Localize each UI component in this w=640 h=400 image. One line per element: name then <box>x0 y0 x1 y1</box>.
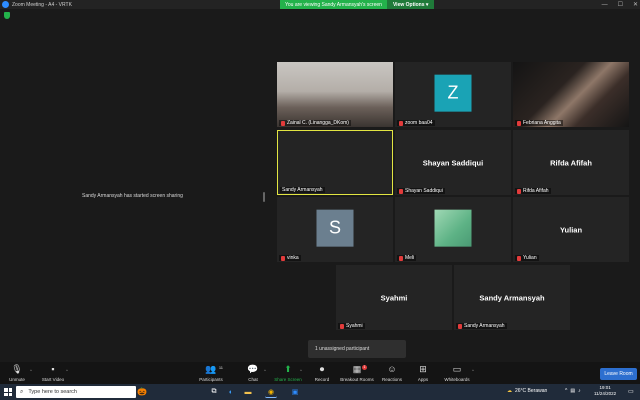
zoom-window: Zoom Meeting - A4 - VRTK You are viewing… <box>0 0 640 400</box>
participant-tile[interactable]: Z zoom baa04 <box>395 62 511 127</box>
microphone-off-icon: 🎙 <box>11 364 23 374</box>
participant-tile[interactable]: S vinka <box>277 197 393 262</box>
reactions-icon: ☺ <box>387 364 397 374</box>
task-view-icon[interactable]: ⧉ <box>208 386 220 398</box>
muted-mic-icon <box>399 120 403 126</box>
breakout-rooms-icon: ▦ <box>352 364 362 374</box>
participant-name-label: Syahmi <box>338 323 365 329</box>
muted-mic-icon <box>517 120 521 126</box>
participant-name-label: Meli <box>397 255 417 261</box>
unassigned-participant-notice[interactable]: 1 unassigned participant <box>308 340 406 358</box>
participant-display-name: Sandy Armansyah <box>479 293 545 302</box>
participant-name-label: vinka <box>279 255 301 261</box>
maximize-icon[interactable]: ☐ <box>618 1 623 8</box>
search-icon: ⌕ <box>20 388 24 395</box>
notification-icon[interactable]: ▭ <box>628 388 634 395</box>
participant-name-label: Yulian <box>515 255 539 261</box>
record-icon: ⏺ <box>319 364 325 374</box>
muted-mic-icon <box>399 255 403 261</box>
edge-browser-icon[interactable]: ◐ <box>225 386 237 398</box>
whiteboards-button[interactable]: ▭ Whiteboards <box>437 364 477 382</box>
muted-mic-icon <box>517 255 521 261</box>
participant-tile[interactable]: Zainal C. (Linangga_DKom) <box>277 62 393 127</box>
participant-avatar: S <box>316 209 354 247</box>
chrome-browser-icon[interactable]: ◉ <box>265 386 277 398</box>
muted-mic-icon <box>399 188 403 194</box>
chat-options-caret-icon[interactable]: ^ <box>264 368 266 373</box>
participant-name-label: Febriana Anggita <box>515 120 563 126</box>
breakout-rooms-button[interactable]: ▦ Breakout Rooms 1 <box>337 364 377 382</box>
participant-name-label: Shayan Saddiqui <box>397 188 445 194</box>
muted-mic-icon <box>281 255 285 261</box>
search-highlight-icon[interactable]: 🎃 <box>137 387 147 397</box>
apps-icon: ⊞ <box>419 364 427 374</box>
participants-icon: 👥 <box>205 364 217 374</box>
window-controls: — ☐ ✕ <box>602 0 638 9</box>
participant-tile[interactable]: Febriana Anggita <box>513 62 629 127</box>
volume-icon[interactable]: ♪ <box>578 388 581 394</box>
weather-cloud-icon: ☁ <box>507 388 512 394</box>
close-icon[interactable]: ✕ <box>633 1 638 8</box>
muted-mic-icon <box>458 323 462 329</box>
file-explorer-icon[interactable]: ▬ <box>242 386 254 398</box>
participant-profile-picture <box>434 209 472 247</box>
participant-name-label: Sandy Armansyah <box>280 187 325 193</box>
security-shield-icon[interactable] <box>4 12 10 19</box>
share-banner-text: You are viewing Sandy Armansyah's screen <box>280 0 387 9</box>
participants-button[interactable]: 👥 Participants 11 <box>191 364 231 382</box>
record-button[interactable]: ⏺ Record <box>302 364 342 382</box>
show-hidden-icons-icon[interactable]: ^ <box>565 388 567 394</box>
minimize-icon[interactable]: — <box>602 2 608 8</box>
start-video-button[interactable]: ▪ Start Video <box>33 364 73 382</box>
participant-name-label: Sandy Armansyah <box>456 323 507 329</box>
whiteboard-icon: ▭ <box>452 364 462 374</box>
participant-tile[interactable]: Shayan Saddiqui Shayan Saddiqui <box>395 130 511 195</box>
weather-widget[interactable]: ☁ 26°C Berawan <box>507 388 547 394</box>
participant-name-label: zoom baa04 <box>397 120 435 126</box>
chat-button[interactable]: 💬 Chat <box>233 364 273 382</box>
system-tray: ^ ▤ ♪ <box>565 388 581 394</box>
windows-taskbar: ⌕ Type here to search 🎃 ⧉ ◐ ▬ ◉ ▣ ☁ 26°C… <box>0 384 640 400</box>
participant-name-label: Zainal C. (Linangga_DKom) <box>279 120 351 126</box>
unmute-button[interactable]: 🎙 Unmute <box>0 364 37 382</box>
participant-display-name: Syahmi <box>380 293 408 302</box>
participant-tile-active-speaker[interactable]: Sandy Armansyah <box>277 130 393 195</box>
muted-mic-icon <box>340 323 344 329</box>
participants-count: 11 <box>218 365 223 370</box>
participant-tile[interactable]: Syahmi Syahmi <box>336 265 452 330</box>
share-screen-icon: ⬆ <box>284 364 292 374</box>
video-off-icon: ▪ <box>51 364 55 374</box>
video-options-caret-icon[interactable]: ^ <box>66 368 68 373</box>
whiteboard-options-caret-icon[interactable]: ^ <box>472 368 474 373</box>
participant-name-label: Rifda Afifah <box>515 188 551 194</box>
share-banner: You are viewing Sandy Armansyah's screen… <box>280 0 435 9</box>
participant-tile[interactable]: Sandy Armansyah Sandy Armansyah <box>454 265 570 330</box>
participant-avatar: Z <box>434 74 472 112</box>
taskbar-search-input[interactable]: ⌕ Type here to search <box>16 386 136 398</box>
chat-icon: 💬 <box>247 364 259 374</box>
windows-start-icon[interactable] <box>4 388 12 396</box>
zoom-app-icon <box>2 1 9 8</box>
muted-mic-icon <box>281 120 285 126</box>
breakout-badge: 1 <box>362 365 367 370</box>
participant-tile[interactable]: Meli <box>395 197 511 262</box>
muted-mic-icon <box>517 188 521 194</box>
network-icon[interactable]: ▤ <box>570 388 575 394</box>
participant-tile[interactable]: Yulian Yulian <box>513 197 629 262</box>
participant-video <box>278 131 392 194</box>
panel-splitter[interactable] <box>263 192 265 202</box>
leave-room-button[interactable]: Leave Room <box>600 368 637 380</box>
participant-display-name: Rifda Afifah <box>550 158 592 167</box>
participant-display-name: Yulian <box>559 225 583 234</box>
zoom-taskbar-icon[interactable]: ▣ <box>289 386 301 398</box>
participant-display-name: Shayan Saddiqui <box>422 158 484 167</box>
unmute-options-caret-icon[interactable]: ^ <box>30 368 32 373</box>
meeting-toolbar: 🎙 Unmute ^ ▪ Start Video ^ 👥 Participant… <box>0 362 640 384</box>
screen-share-message: Sandy Armansyah has started screen shari… <box>82 193 183 199</box>
participant-tile[interactable]: Rifda Afifah Rifda Afifah <box>513 130 629 195</box>
view-options-button[interactable]: View Options ▾ <box>386 0 435 9</box>
window-title: Zoom Meeting - A4 - VRTK <box>12 1 72 8</box>
taskbar-clock[interactable]: 19:01 11/24/2022 <box>594 385 616 397</box>
